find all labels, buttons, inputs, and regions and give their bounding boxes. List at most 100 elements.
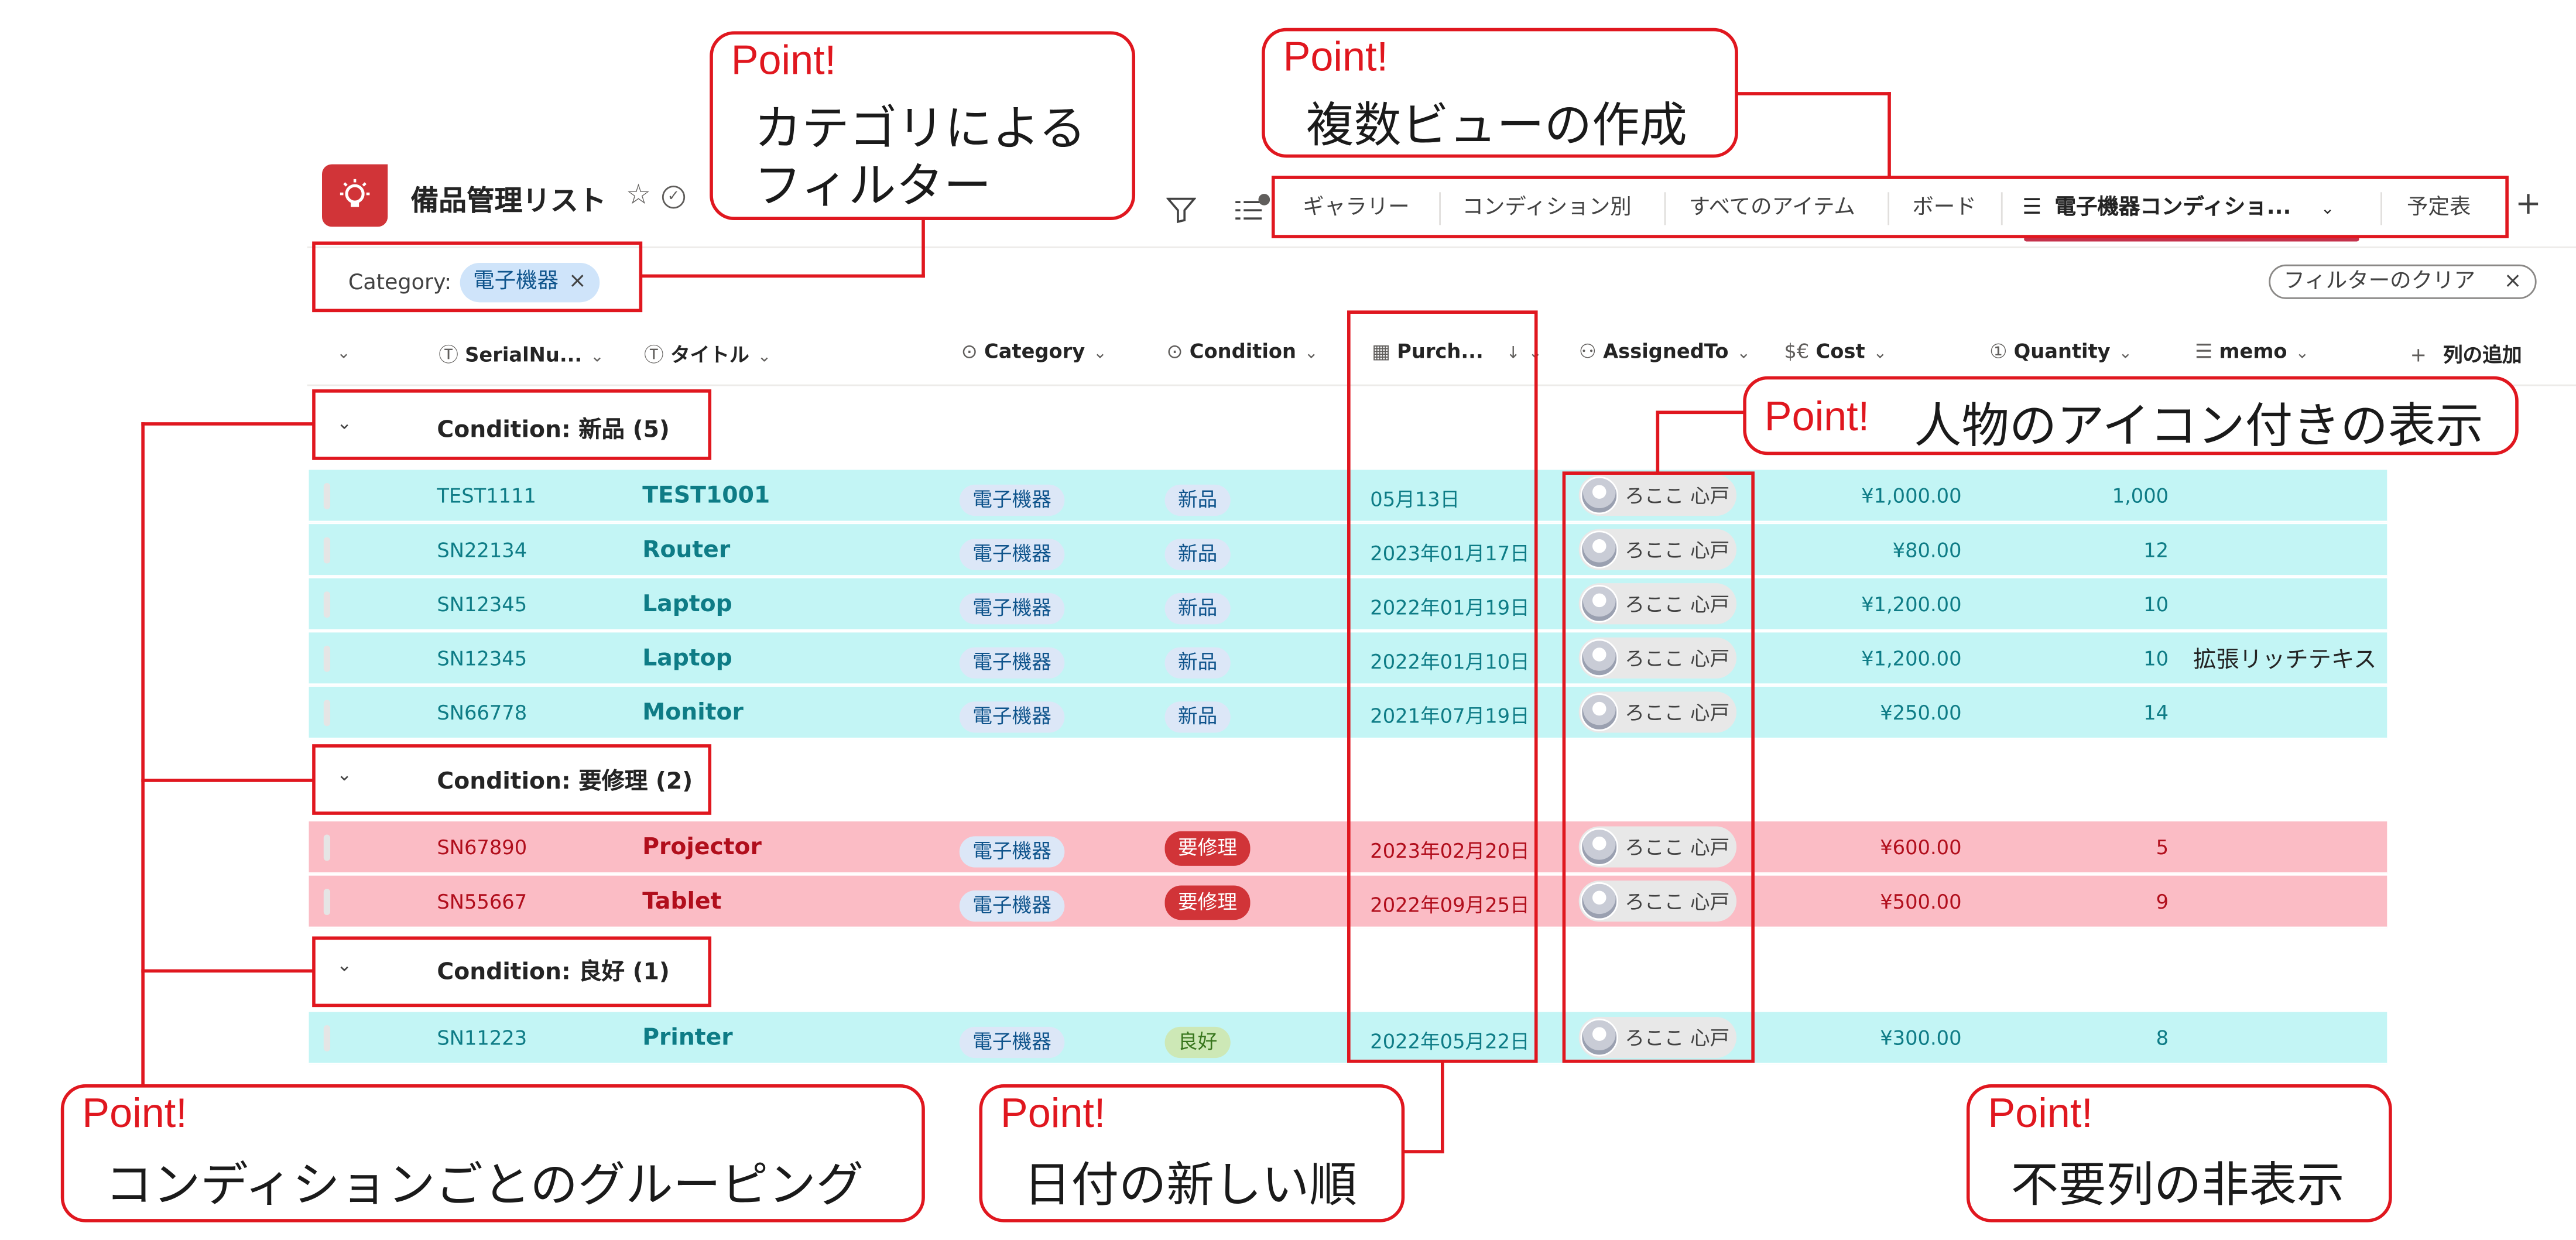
row-select-handle[interactable] — [323, 700, 331, 727]
category-pill: 電子機器 — [959, 539, 1065, 570]
cell-serial: SN22134 — [437, 539, 527, 562]
highlight-category-filter — [312, 241, 643, 313]
row-select-handle[interactable] — [323, 834, 331, 861]
follow-check-icon[interactable]: ✓ — [662, 186, 686, 209]
category-pill: 電子機器 — [959, 701, 1065, 733]
plus-icon: + — [2410, 343, 2427, 366]
add-column-button[interactable]: + 列の追加 — [2410, 340, 2522, 368]
favorite-star-icon[interactable]: ☆ — [626, 179, 651, 212]
callout-text: コンディションごとのグルーピング — [105, 1156, 864, 1212]
callout-text: 不要列の非表示 — [2010, 1156, 2345, 1212]
point-label: Point! — [1283, 34, 1388, 81]
cell-cost: ¥1,200.00 — [1861, 647, 1962, 670]
cell-title[interactable]: Printer — [642, 1025, 732, 1051]
multiline-text-icon: ☰ — [2194, 340, 2213, 364]
condition-pill: 良好 — [1164, 1026, 1231, 1059]
category-pill: 電子機器 — [959, 647, 1065, 679]
cell-memo: 拡張リッチテキス — [2193, 647, 2377, 674]
cell-quantity: 12 — [2143, 539, 2169, 562]
cell-quantity: 14 — [2143, 701, 2169, 725]
cell-title[interactable]: Monitor — [642, 700, 744, 726]
connector-line — [1401, 1150, 1444, 1153]
point-label: Point! — [82, 1091, 187, 1137]
header-divider — [307, 246, 2576, 248]
condition-pill: 新品 — [1164, 647, 1231, 679]
callout-text: フィルター — [754, 157, 992, 214]
callout-text: 日付の新しい順 — [1023, 1156, 1357, 1212]
cell-cost: ¥500.00 — [1880, 890, 1962, 914]
callout-category-filter: Point! カテゴリによる フィルター — [710, 31, 1136, 221]
cell-cost: ¥250.00 — [1880, 701, 1962, 725]
text-column-icon: Ⓣ — [439, 343, 458, 366]
cell-title[interactable]: Laptop — [642, 646, 732, 672]
column-assigned[interactable]: ⚇ AssignedTo ⌄ — [1579, 340, 1751, 363]
cell-quantity: 5 — [2156, 836, 2169, 859]
cell-cost: ¥80.00 — [1892, 539, 1962, 562]
row-select-handle[interactable] — [323, 889, 331, 916]
cell-serial: SN67890 — [437, 836, 527, 859]
connector-line — [141, 422, 314, 426]
column-quantity[interactable]: ① Quantity ⌄ — [1989, 340, 2132, 363]
cell-serial: SN11223 — [437, 1026, 527, 1050]
callout-text: 人物のアイコン付きの表示 — [1914, 398, 2483, 454]
cell-title[interactable]: Projector — [642, 835, 762, 861]
cell-quantity: 10 — [2143, 593, 2169, 616]
person-icon: ⚇ — [1578, 340, 1597, 364]
callout-person-icon: Point! 人物のアイコン付きの表示 — [1743, 376, 2519, 455]
connector-line — [922, 218, 925, 278]
cell-cost: ¥1,200.00 — [1861, 593, 1962, 616]
highlight-purchase-column — [1347, 310, 1538, 1063]
view-options-badge — [1258, 194, 1270, 205]
connector-line — [1440, 1061, 1444, 1153]
close-icon: × — [2503, 269, 2522, 294]
page-title: 備品管理リスト — [410, 186, 607, 219]
list-app-icon — [321, 164, 388, 227]
column-title[interactable]: Ⓣ タイトル ⌄ — [644, 340, 771, 368]
condition-pill: 要修理 — [1164, 885, 1251, 920]
highlight-view-tabs — [1271, 176, 2509, 238]
column-category[interactable]: ⊙ Category ⌄ — [961, 340, 1107, 363]
number-icon: ① — [1989, 340, 2008, 364]
row-select-handle[interactable] — [323, 645, 331, 672]
point-label: Point! — [1988, 1091, 2093, 1137]
cell-title[interactable]: TEST1001 — [642, 483, 770, 509]
column-serial[interactable]: Ⓣ SerialNu... ⌄ — [439, 340, 604, 368]
row-select-handle[interactable] — [323, 591, 331, 618]
condition-pill: 新品 — [1164, 701, 1231, 733]
clear-filter-button[interactable]: フィルターのクリア × — [2269, 264, 2537, 299]
cell-serial: SN12345 — [437, 593, 527, 616]
cell-serial: SN66778 — [437, 701, 527, 725]
callout-hide-columns: Point! 不要列の非表示 — [1966, 1084, 2392, 1222]
lightbulb-icon — [340, 179, 370, 207]
cell-title[interactable]: Router — [642, 537, 730, 564]
cell-title[interactable]: Tablet — [642, 889, 721, 915]
collapse-all-chevron-icon[interactable]: ⌄ — [337, 340, 351, 363]
row-select-handle[interactable] — [323, 482, 331, 509]
filter-icon[interactable] — [1166, 197, 1196, 224]
cell-quantity: 1,000 — [2112, 484, 2169, 508]
cell-quantity: 8 — [2156, 1026, 2169, 1050]
add-view-plus-icon[interactable]: + — [2515, 186, 2541, 222]
cell-cost: ¥1,000.00 — [1861, 484, 1962, 508]
highlight-assigned-column — [1562, 471, 1755, 1063]
callout-multiple-views: Point! 複数ビューの作成 — [1262, 28, 1738, 158]
column-memo[interactable]: ☰ memo ⌄ — [2195, 340, 2309, 363]
connector-line — [1656, 410, 1660, 474]
connector-line — [141, 422, 145, 1086]
callout-text: 複数ビューの作成 — [1306, 97, 1687, 153]
cell-serial: TEST1111 — [437, 484, 536, 508]
clear-filter-label: フィルターのクリア — [2283, 269, 2476, 294]
row-select-handle[interactable] — [323, 1025, 331, 1051]
connector-line — [141, 969, 314, 973]
cell-title[interactable]: Laptop — [642, 591, 732, 618]
text-column-icon: Ⓣ — [643, 343, 664, 366]
column-condition[interactable]: ⊙ Condition ⌄ — [1166, 340, 1318, 363]
condition-pill: 新品 — [1164, 484, 1231, 516]
choice-column-icon: ⊙ — [961, 340, 978, 364]
column-cost[interactable]: $€ Cost ⌄ — [1784, 340, 1887, 363]
category-pill: 電子機器 — [959, 1026, 1065, 1059]
row-select-handle[interactable] — [323, 537, 331, 564]
connector-line — [141, 779, 314, 782]
highlight-group-good — [312, 936, 712, 1008]
currency-icon: $€ — [1784, 340, 1810, 364]
